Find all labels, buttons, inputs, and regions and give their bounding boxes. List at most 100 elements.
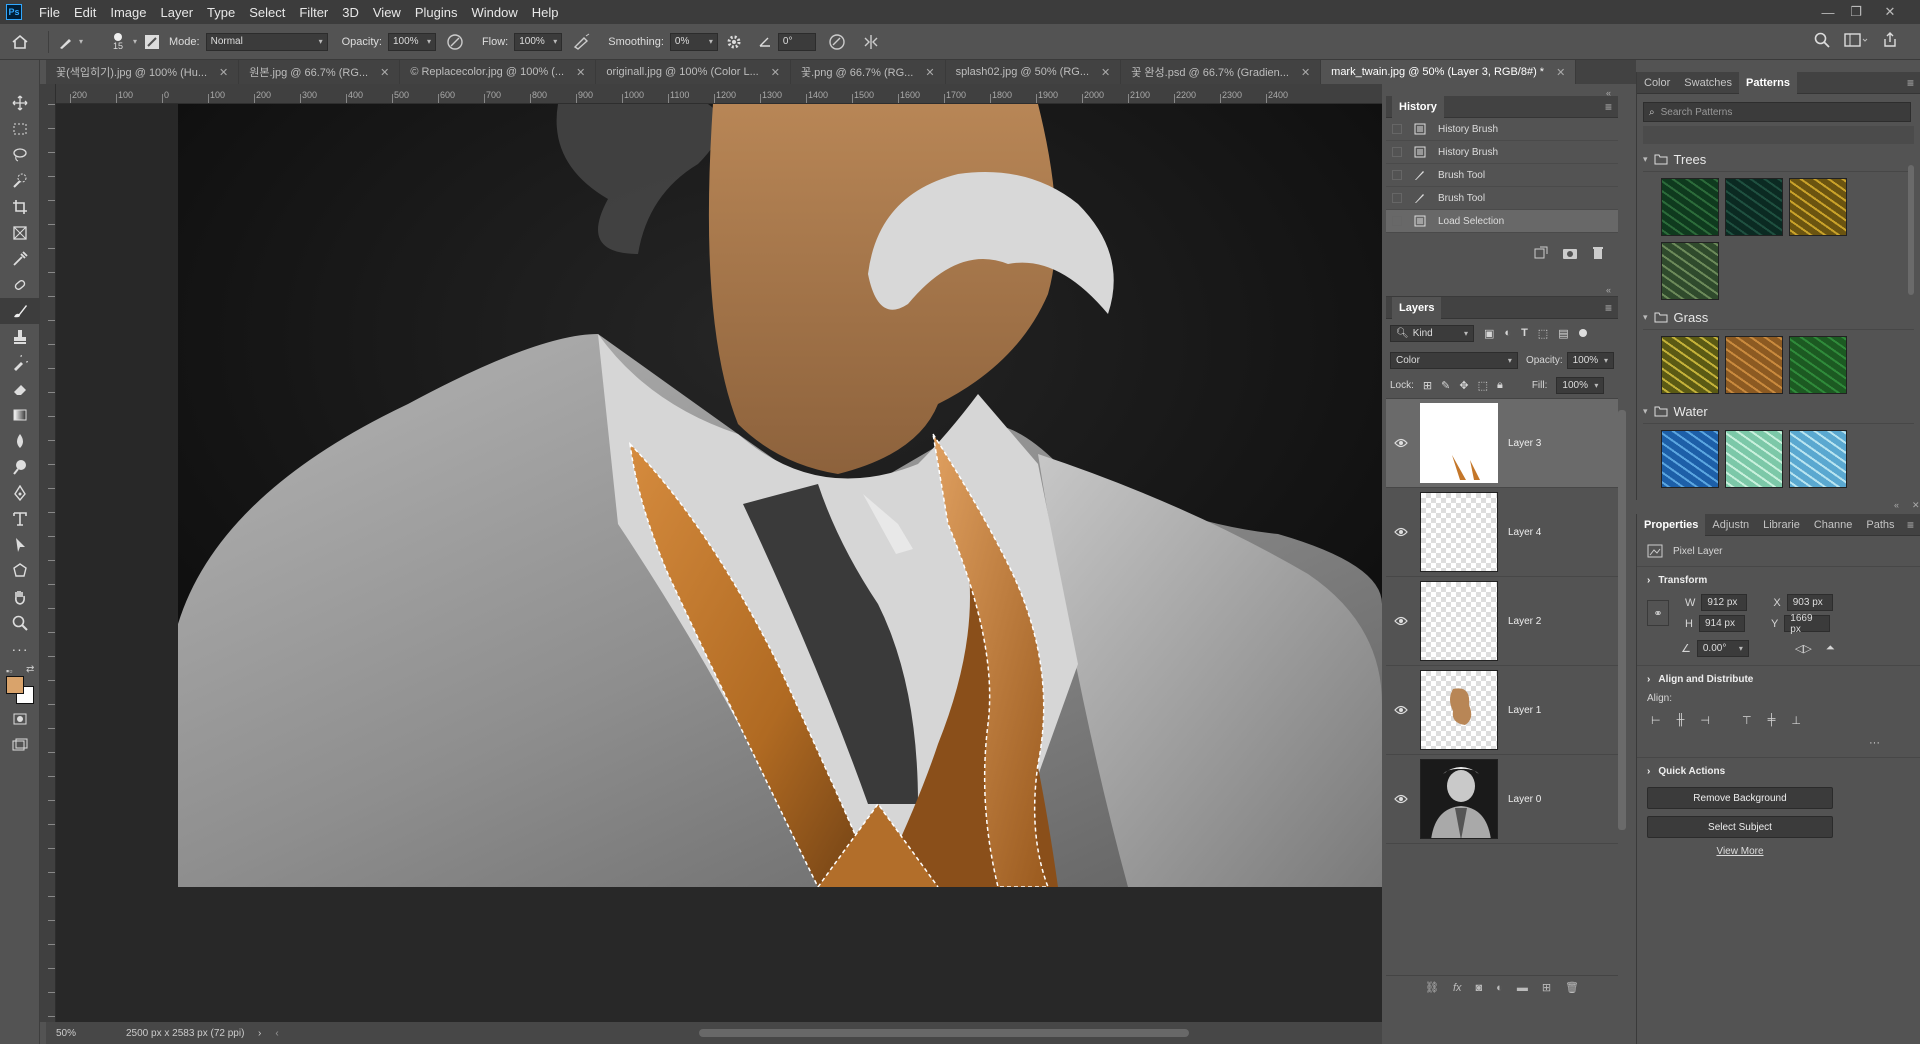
brush-angle[interactable]: 0° (758, 32, 816, 51)
menu-type[interactable]: Type (200, 5, 242, 20)
width-field[interactable]: 912 px (1701, 594, 1748, 611)
filter-toggle-icon[interactable] (1578, 329, 1587, 337)
select-subject-button[interactable]: Select Subject (1647, 816, 1833, 838)
rotate-angle-field[interactable]: 0.00° ▾ (1696, 640, 1749, 657)
document-tab[interactable]: 꽃 완성.psd @ 66.7% (Gradien... ✕ (1121, 60, 1322, 84)
layers-tab[interactable]: Layers (1392, 296, 1442, 319)
tab-patterns[interactable]: Patterns (1739, 71, 1798, 94)
lock-artboard-icon[interactable]: ⬚ (1478, 379, 1488, 392)
tab-paths[interactable]: Paths (1859, 514, 1901, 536)
type-tool-icon[interactable] (0, 506, 40, 532)
view-more-link[interactable]: View More (1647, 846, 1833, 857)
history-source-checkbox[interactable] (1392, 216, 1402, 226)
layer-row[interactable]: Layer 1 (1386, 666, 1618, 755)
visibility-eye-icon[interactable] (1386, 705, 1416, 715)
clone-stamp-tool-icon[interactable] (0, 324, 40, 350)
swap-colors-icon[interactable]: ⇄ (26, 664, 34, 675)
flip-horizontal-icon[interactable]: ◁▷ (1795, 642, 1812, 655)
link-dimensions-icon[interactable]: ⚭ (1647, 600, 1669, 626)
properties-close-icon[interactable]: ✕ (1912, 500, 1920, 511)
eraser-tool-icon[interactable] (0, 376, 40, 402)
shape-tool-icon[interactable] (0, 558, 40, 584)
pattern-swatch[interactable] (1661, 336, 1719, 394)
history-tab[interactable]: History (1392, 95, 1444, 118)
status-expand-icon[interactable]: › (258, 1028, 261, 1039)
blend-mode-select[interactable]: Color ▾ (1390, 351, 1518, 369)
close-tab-icon[interactable]: ✕ (1101, 66, 1110, 79)
hand-tool-icon[interactable] (0, 584, 40, 610)
filter-pixel-icon[interactable]: ▣ (1484, 327, 1494, 340)
history-state[interactable]: Brush Tool (1386, 164, 1618, 187)
align-left-icon[interactable]: ⊢ (1651, 714, 1661, 727)
document-tab[interactable]: originall.jpg @ 100% (Color L... ✕ (596, 60, 791, 84)
menu-plugins[interactable]: Plugins (408, 5, 465, 20)
history-state[interactable]: History Brush (1386, 118, 1618, 141)
close-tab-icon[interactable]: ✕ (925, 66, 934, 79)
filter-smart-object-icon[interactable]: ▤ (1558, 327, 1568, 340)
visibility-eye-icon[interactable] (1386, 616, 1416, 626)
quick-mask-icon[interactable] (0, 706, 40, 732)
layer-row[interactable]: Layer 3 (1386, 399, 1618, 488)
workspace-icon[interactable] (1844, 32, 1868, 48)
layer-style-fx-icon[interactable]: fx (1453, 982, 1462, 994)
fill-field[interactable]: 100% ▾ (1556, 377, 1605, 394)
align-right-icon[interactable]: ⊣ (1700, 714, 1710, 727)
minimize-icon[interactable]: — (1814, 0, 1842, 24)
mode-select[interactable]: Normal ▾ (205, 32, 328, 51)
share-icon[interactable] (1882, 32, 1898, 48)
tab-channe[interactable]: Channe (1807, 514, 1860, 536)
link-layers-icon[interactable]: ⛓︎ (1425, 981, 1439, 994)
menu-3d[interactable]: 3D (335, 5, 366, 20)
align-middle-v-icon[interactable]: ╪ (1768, 714, 1776, 727)
symmetry-icon[interactable] (862, 33, 886, 51)
new-document-from-state-icon[interactable] (1534, 246, 1548, 260)
pen-tool-icon[interactable] (0, 480, 40, 506)
quick-actions-section[interactable]: › Quick Actions (1647, 766, 1910, 777)
menu-image[interactable]: Image (103, 5, 153, 20)
menu-edit[interactable]: Edit (67, 5, 103, 20)
pattern-swatch[interactable] (1661, 242, 1719, 300)
quick-selection-tool-icon[interactable] (0, 168, 40, 194)
x-field[interactable]: 903 px (1786, 594, 1833, 611)
menu-layer[interactable]: Layer (154, 5, 201, 20)
transform-section[interactable]: › Transform (1647, 575, 1910, 586)
history-source-checkbox[interactable] (1392, 193, 1402, 203)
patterns-scrollbar[interactable] (1908, 165, 1914, 295)
lock-image-icon[interactable]: ✎ (1441, 379, 1450, 392)
visibility-eye-icon[interactable] (1386, 438, 1416, 448)
filter-type-icon[interactable]: T (1521, 327, 1528, 339)
pattern-swatch[interactable] (1789, 336, 1847, 394)
marquee-tool-icon[interactable] (0, 116, 40, 142)
scroll-left-icon[interactable]: ‹ (275, 1028, 278, 1039)
tab-adjustn[interactable]: Adjustn (1705, 514, 1756, 536)
pressure-opacity-icon[interactable] (446, 33, 468, 51)
adjustment-layer-icon[interactable]: ◐ (1496, 982, 1503, 994)
layer-opacity-field[interactable]: 100% ▾ (1566, 351, 1614, 369)
pattern-group-grass[interactable]: ▾ Grass (1643, 306, 1914, 330)
history-state[interactable]: History Brush (1386, 141, 1618, 164)
document-tab[interactable]: 꽃(색입히기).jpg @ 100% (Hu... ✕ (46, 60, 240, 84)
new-group-icon[interactable]: ▬ (1517, 982, 1528, 994)
menu-file[interactable]: File (32, 5, 67, 20)
align-section[interactable]: › Align and Distribute (1647, 674, 1910, 685)
blur-tool-icon[interactable] (0, 428, 40, 454)
history-source-checkbox[interactable] (1392, 147, 1402, 157)
search-icon[interactable] (1814, 32, 1830, 48)
home-icon[interactable] (0, 34, 40, 50)
pattern-swatch[interactable] (1725, 430, 1783, 488)
close-tab-icon[interactable]: ✕ (1301, 66, 1310, 79)
pattern-search-input[interactable]: ⌕ Search Patterns (1643, 102, 1911, 122)
path-selection-tool-icon[interactable] (0, 532, 40, 558)
tab-librarie[interactable]: Librarie (1756, 514, 1807, 536)
new-layer-icon[interactable]: ⊞ (1542, 981, 1551, 994)
close-tab-icon[interactable]: ✕ (219, 66, 228, 79)
filter-adjustment-icon[interactable]: ◐ (1504, 327, 1511, 339)
pattern-group-trees[interactable]: ▾ Trees (1643, 148, 1914, 172)
eyedropper-tool-icon[interactable] (0, 246, 40, 272)
pattern-swatch[interactable] (1725, 336, 1783, 394)
pattern-swatch[interactable] (1789, 178, 1847, 236)
delete-layer-icon[interactable]: 🗑︎ (1565, 981, 1579, 994)
screen-mode-icon[interactable] (0, 732, 40, 758)
menu-window[interactable]: Window (464, 5, 524, 20)
pattern-swatch[interactable] (1661, 430, 1719, 488)
